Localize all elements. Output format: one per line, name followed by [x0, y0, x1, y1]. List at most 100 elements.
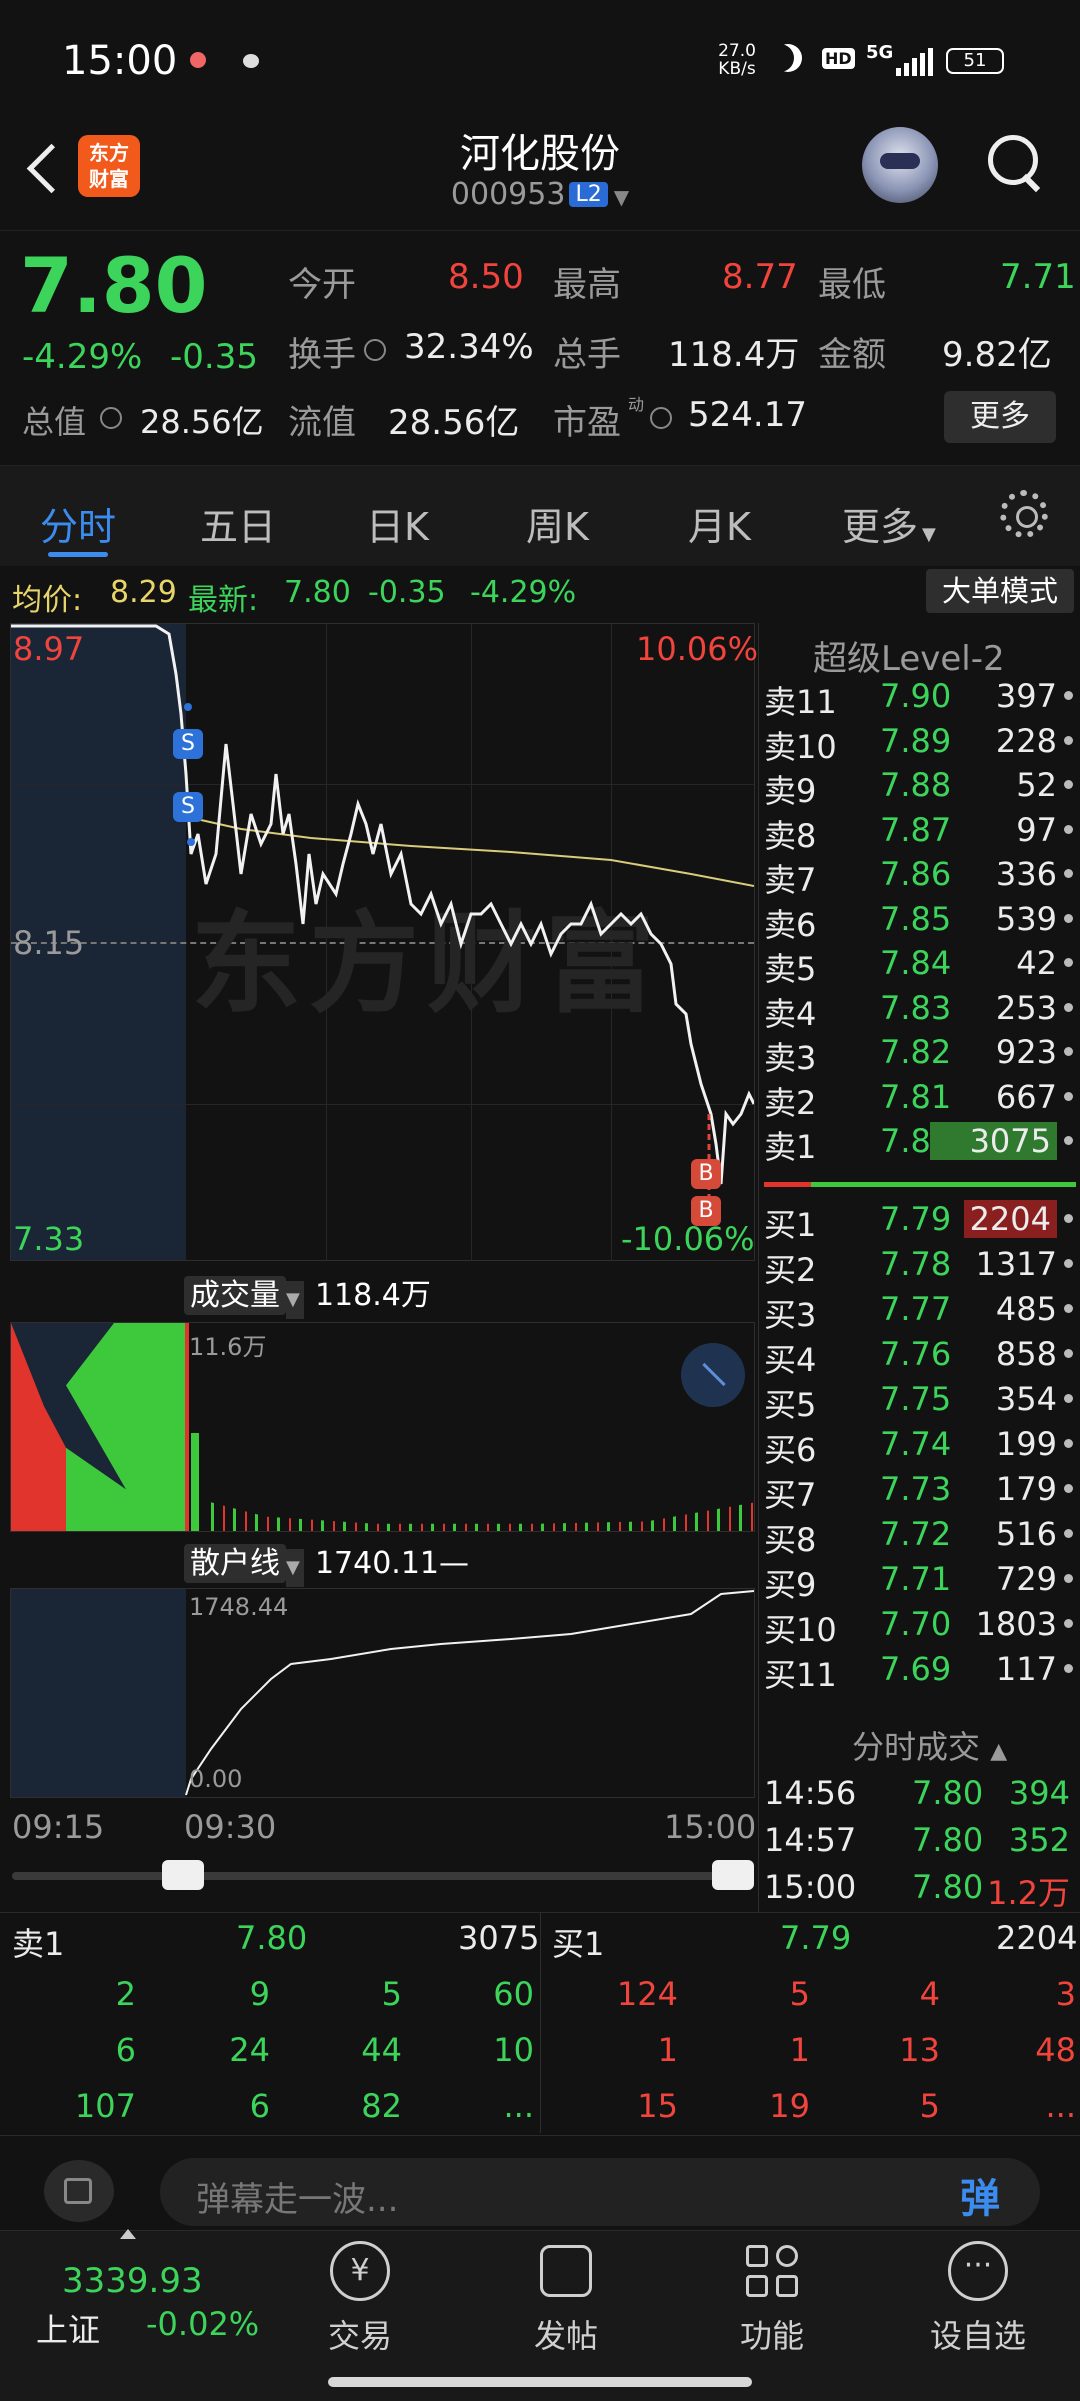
queue-sell-label: 卖1 — [12, 1925, 65, 1963]
volume-scale: 11.6万 — [189, 1333, 267, 1361]
large-sell-marker[interactable]: S — [173, 729, 203, 759]
trades-title[interactable]: 分时成交 ▲ — [852, 1722, 1007, 1768]
status-dot-icon — [1064, 735, 1073, 745]
post-icon[interactable] — [540, 2245, 592, 2297]
ask-price: 7.82 — [880, 1033, 952, 1071]
bid-row[interactable]: 买1 7.79 2204 — [762, 1198, 1077, 1244]
bid-row[interactable]: 买11 7.69 117 — [762, 1648, 1077, 1694]
volume-header[interactable]: 成交量 ▼ 118.4万 — [184, 1270, 431, 1319]
nav-trade[interactable]: 交易 — [300, 2311, 420, 2357]
dropdown-icon: ▼ — [286, 1549, 304, 1587]
ask-row[interactable]: 卖1 7.80 3075 — [762, 1120, 1077, 1166]
info-icon[interactable] — [364, 339, 386, 361]
float-label: 流值 — [288, 403, 356, 443]
sell-marker-dot — [187, 838, 195, 846]
ask-row[interactable]: 卖3 7.82 923 — [762, 1031, 1077, 1077]
add-watchlist-icon[interactable]: ··· — [948, 2241, 1008, 2301]
slider-handle-left[interactable] — [162, 1860, 204, 1890]
chart-info-bar: 均价: 8.29 最新: 7.80 -0.35 -4.29% 大单模式 — [0, 565, 1080, 618]
info-icon[interactable] — [100, 407, 122, 429]
status-dot-icon — [1064, 1214, 1073, 1223]
volume-bar — [191, 1433, 199, 1531]
tab-monthly-k[interactable]: 月K — [688, 496, 751, 551]
volume-chart[interactable]: 11.6万 — [10, 1322, 755, 1532]
ask-row[interactable]: 卖11 7.90 397 — [762, 675, 1077, 721]
queue-buy-cell: 3 — [1055, 1975, 1076, 2013]
bid-row[interactable]: 买3 7.77 485 — [762, 1288, 1077, 1334]
ask-row[interactable]: 卖6 7.85 539 — [762, 898, 1077, 944]
robot-assistant-icon[interactable] — [862, 127, 938, 203]
queue-buy-cell: 5 — [919, 2087, 940, 2125]
bid-row[interactable]: 买10 7.70 1803 — [762, 1603, 1077, 1649]
bid-row[interactable]: 买5 7.75 354 — [762, 1378, 1077, 1424]
status-dot-icon — [1064, 780, 1073, 789]
bid-price: 7.73 — [880, 1470, 952, 1508]
stock-code: 000953 — [450, 177, 566, 212]
intraday-chart[interactable]: 东方财富 S S B B 8.97 10.06% 8.15 7.33 -10.0… — [10, 623, 758, 1261]
queue-sell-cell: 107 — [74, 2087, 136, 2125]
more-button[interactable]: 更多 — [944, 391, 1056, 443]
price-line-svg — [11, 624, 754, 1204]
bid-row[interactable]: 买8 7.72 516 — [762, 1513, 1077, 1559]
ask-row[interactable]: 卖2 7.81 667 — [762, 1076, 1077, 1122]
bid-row[interactable]: 买2 7.78 1317 — [762, 1243, 1077, 1289]
mktcap-label: 总值 — [22, 403, 87, 441]
ask-row[interactable]: 卖7 7.86 336 — [762, 853, 1077, 899]
queue-buy-cell: 1 — [657, 2031, 678, 2069]
ask-volume: 336 — [995, 855, 1057, 893]
ask-row[interactable]: 卖10 7.89 228 — [762, 720, 1077, 766]
index-value: 3339.93 — [62, 2261, 203, 2301]
trade-price: 7.80 — [912, 1868, 984, 1906]
nav-add-watchlist[interactable]: 设自选 — [918, 2311, 1038, 2357]
battery-icon: 51 — [946, 48, 1004, 74]
ask-volume: 228 — [995, 721, 1057, 760]
time-axis-end: 15:00 — [664, 1808, 757, 1846]
time-range-slider[interactable] — [12, 1860, 754, 1890]
tab-weekly-k[interactable]: 周K — [526, 496, 589, 551]
functions-grid-icon[interactable] — [746, 2245, 800, 2299]
ask-row[interactable]: 卖9 7.88 52 — [762, 764, 1077, 810]
bid-row[interactable]: 买4 7.76 858 — [762, 1333, 1077, 1379]
danmaku-send-icon[interactable]: 弹 — [960, 2166, 1000, 2224]
bid-row[interactable]: 买7 7.73 179 — [762, 1468, 1077, 1514]
retail-line-chart[interactable]: 1748.44 0.00 — [10, 1588, 755, 1798]
low-value: 7.71 — [1000, 257, 1076, 297]
amount-label: 金额 — [818, 335, 886, 375]
ask-row[interactable]: 卖4 7.83 253 — [762, 987, 1077, 1033]
tab-intraday[interactable]: 分时 — [40, 496, 116, 551]
volume-label: 总手 — [553, 335, 621, 375]
expand-icon[interactable] — [681, 1343, 745, 1407]
trades-title-label: 分时成交 — [852, 1728, 981, 1766]
danmaku-settings-icon[interactable] — [44, 2160, 114, 2222]
queue-sell-price: 7.80 — [236, 1919, 308, 1957]
ask-label: 卖3 — [764, 1039, 817, 1077]
large-order-mode-button[interactable]: 大单模式 — [926, 569, 1074, 613]
danmaku-input[interactable]: 弹幕走一波... 弹 — [160, 2158, 1040, 2226]
ask-row[interactable]: 卖8 7.87 97 — [762, 809, 1077, 855]
tab-more[interactable]: 更多 ▼ — [842, 496, 936, 551]
ask-row[interactable]: 卖5 7.84 42 — [762, 942, 1077, 988]
bid-volume: 858 — [995, 1335, 1057, 1373]
index-ticker[interactable]: 3339.93 上证 -0.02% — [0, 2229, 300, 2361]
bid-volume: 729 — [995, 1560, 1057, 1598]
nav-post[interactable]: 发帖 — [506, 2311, 626, 2357]
info-icon[interactable] — [650, 407, 672, 429]
notification-icon — [190, 52, 206, 68]
trade-price: 7.80 — [912, 1821, 984, 1859]
tab-daily-k[interactable]: 日K — [366, 496, 429, 551]
dropdown-icon: ▼ — [922, 524, 936, 545]
tab-five-day[interactable]: 五日 — [200, 496, 276, 551]
status-dot-icon — [1064, 913, 1073, 923]
nav-functions[interactable]: 功能 — [712, 2311, 832, 2357]
retail-header[interactable]: 散户线 ▼ 1740.11— — [184, 1538, 469, 1587]
settings-gear-icon[interactable] — [1000, 490, 1048, 538]
bid-row[interactable]: 买6 7.74 199 — [762, 1423, 1077, 1469]
large-buy-marker[interactable]: B — [691, 1159, 721, 1189]
search-icon[interactable] — [986, 133, 1044, 193]
bid-volume: 354 — [995, 1380, 1057, 1418]
slider-handle-right[interactable] — [712, 1860, 754, 1890]
level2-title[interactable]: 超级Level-2 — [813, 631, 1005, 680]
large-sell-marker[interactable]: S — [173, 792, 203, 822]
bid-row[interactable]: 买9 7.71 729 — [762, 1558, 1077, 1604]
trade-icon[interactable]: ¥ — [330, 2241, 390, 2301]
